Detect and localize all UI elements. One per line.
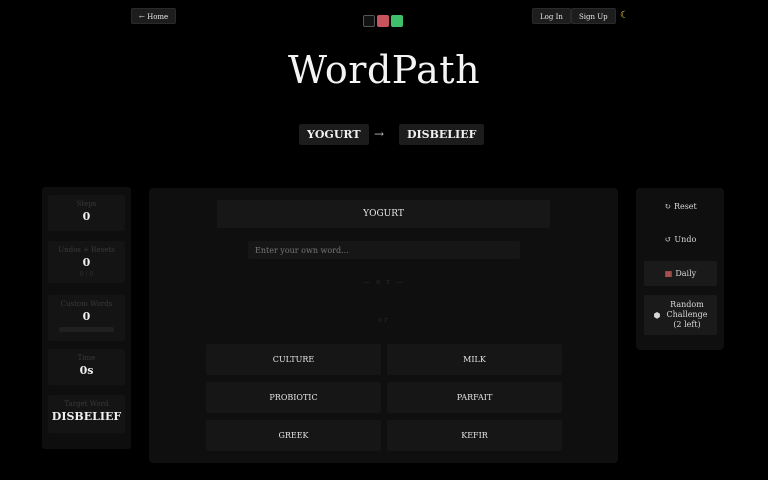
arrow-icon: →: [374, 127, 385, 141]
stat-label: Custom Words: [60, 300, 113, 308]
challenge-label: Challenge: [666, 310, 708, 319]
challenges-left: (2 left): [673, 320, 701, 329]
theme-swatch-black[interactable]: [363, 15, 375, 27]
reset-icon: ↻: [664, 202, 671, 211]
daily-button[interactable]: ▦ Daily: [644, 261, 717, 286]
stat-value: DISBELIEF: [51, 410, 122, 423]
target-word-chip: DISBELIEF: [399, 124, 485, 145]
stat-label: Time: [77, 354, 96, 362]
stat-time: Time 0s: [48, 349, 125, 385]
reset-button[interactable]: ↻ Reset: [644, 199, 717, 215]
stat-label: Target Word: [64, 400, 109, 408]
start-word-chip: YOGURT: [299, 124, 369, 145]
random-challenge-button[interactable]: ⬢ Random Challenge (2 left): [644, 295, 717, 335]
reset-label: Reset: [673, 202, 697, 211]
page-title: WordPath: [287, 48, 481, 92]
current-word: YOGURT: [217, 200, 550, 228]
undo-icon: ↺: [664, 235, 672, 244]
word-option[interactable]: PARFAIT: [387, 382, 562, 413]
stat-value: 0: [82, 210, 91, 223]
dice-icon: ⬢: [653, 310, 661, 320]
stat-label: Undos + Resets: [58, 246, 115, 254]
custom-word-input[interactable]: [248, 241, 520, 259]
stat-target-word: Target Word DISBELIEF: [48, 395, 125, 433]
signup-button[interactable]: Sign Up: [571, 8, 616, 24]
stat-label: Steps: [76, 200, 97, 208]
word-option[interactable]: CULTURE: [206, 344, 381, 375]
custom-words-bar: [59, 327, 114, 332]
home-button[interactable]: ← Home: [131, 8, 177, 24]
stat-undos: Undos + Resets 0 0 / 0: [48, 241, 125, 283]
login-button[interactable]: Log In: [532, 8, 571, 24]
undo-label: Undo: [674, 235, 697, 244]
random-label: Random: [670, 300, 704, 309]
daily-label: Daily: [675, 269, 697, 278]
word-option[interactable]: GREEK: [206, 420, 381, 451]
moon-icon[interactable]: ☾: [620, 10, 629, 21]
word-option[interactable]: MILK: [387, 344, 562, 375]
theme-swatch-red[interactable]: [377, 15, 389, 27]
calendar-icon: ▦: [664, 269, 673, 278]
stat-value: 0s: [79, 364, 94, 377]
stat-sub: 0 / 0: [79, 271, 94, 278]
theme-swatch-green[interactable]: [391, 15, 403, 27]
word-option[interactable]: KEFIR: [387, 420, 562, 451]
stat-value: 0: [82, 256, 91, 269]
undo-button[interactable]: ↺ Undo: [644, 232, 717, 248]
word-option[interactable]: PROBIOTIC: [206, 382, 381, 413]
stat-steps: Steps 0: [48, 195, 125, 231]
